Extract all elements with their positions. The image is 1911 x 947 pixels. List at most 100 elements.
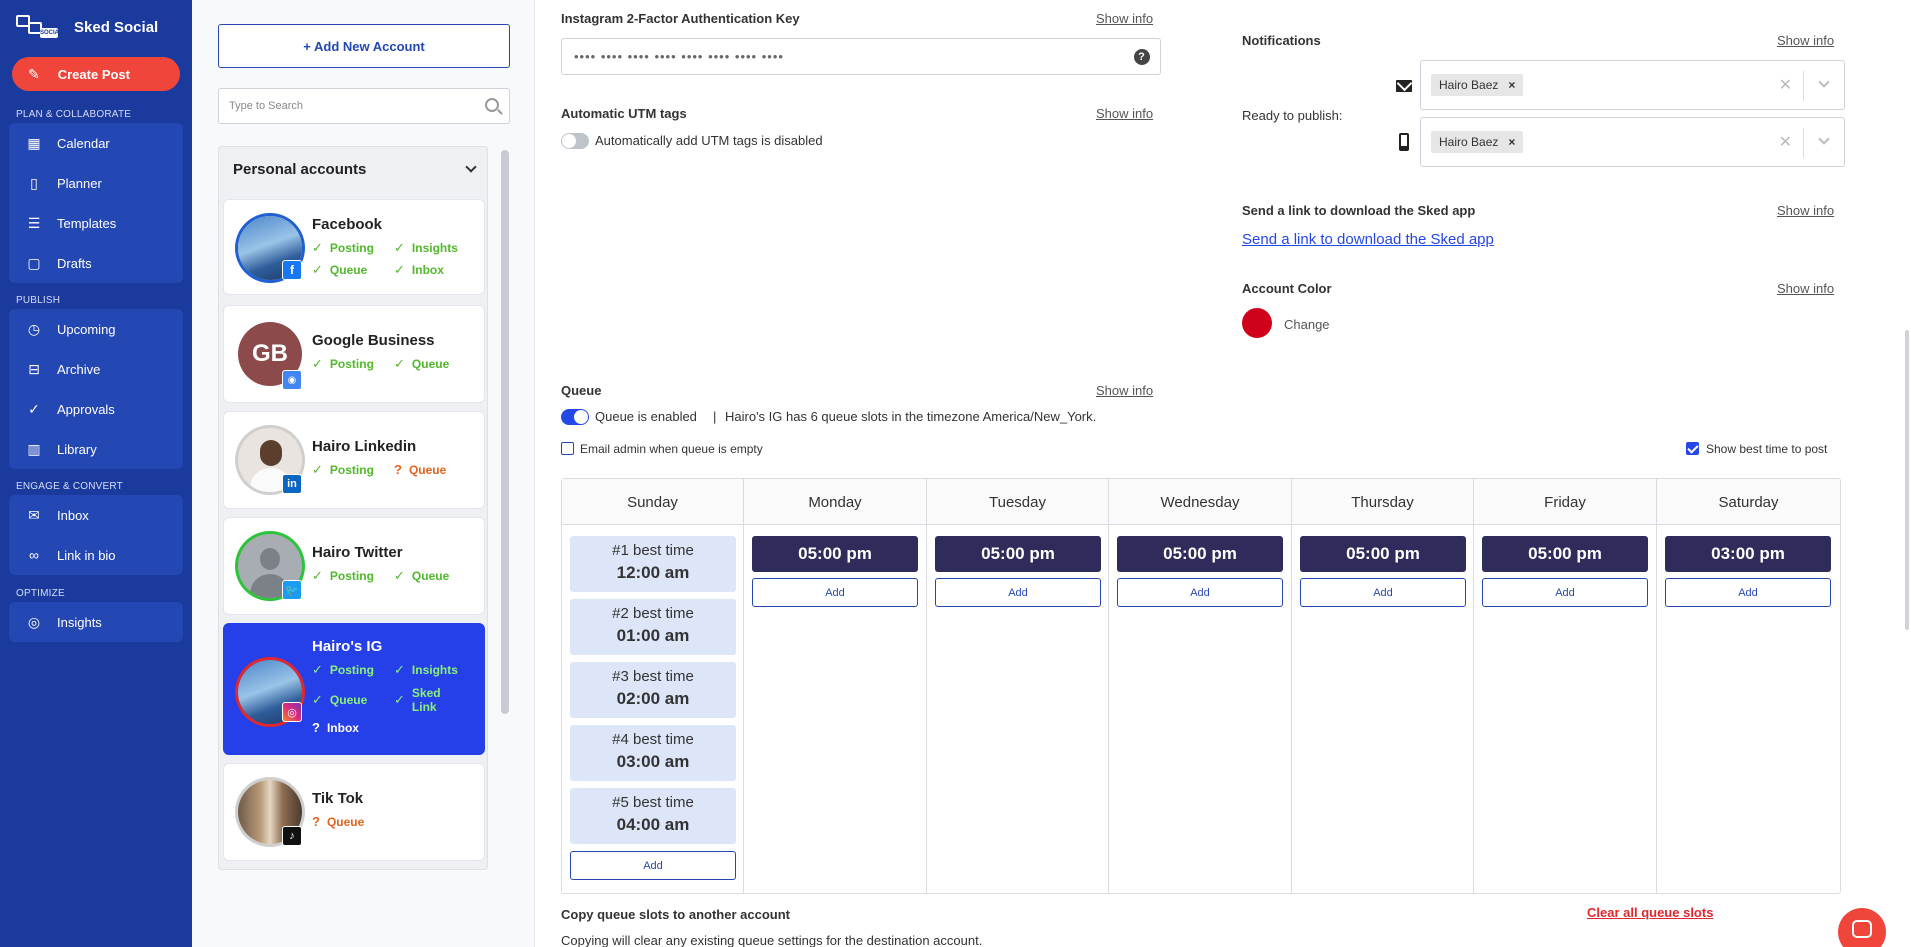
add-slot-button[interactable]: Add — [1117, 578, 1283, 607]
check-icon: ✓ — [312, 240, 323, 255]
add-slot-button[interactable]: Add — [935, 578, 1101, 607]
day-column-friday: Friday 05:00 pm Add — [1474, 479, 1657, 893]
queue-slot[interactable]: 05:00 pm — [1300, 536, 1466, 572]
sidebar-item-library[interactable]: ▥ Library — [9, 429, 183, 469]
utm-toggle[interactable] — [561, 133, 589, 149]
day-name: Friday — [1544, 493, 1586, 511]
question-icon: ? — [312, 720, 320, 735]
best-time-slot[interactable]: #4 best time 03:00 am — [570, 725, 736, 781]
accounts-scrollbar[interactable] — [501, 150, 509, 714]
add-account-button[interactable]: + Add New Account — [218, 24, 510, 68]
check-icon: ✓ — [394, 692, 405, 707]
create-post-label: Create Post — [57, 66, 130, 82]
email-notify-select[interactable]: Hairo Baez × ✕ — [1420, 60, 1845, 110]
account-color-swatch[interactable] — [1242, 308, 1272, 338]
queue-toggle[interactable] — [561, 409, 589, 425]
sidebar-item-label: Drafts — [57, 255, 92, 271]
nav-group-optimize: ◎ Insights — [9, 602, 183, 642]
show-info-link[interactable]: Show info — [1096, 11, 1153, 26]
best-time-slot[interactable]: #1 best time 12:00 am — [570, 536, 736, 592]
templates-icon: ☰ — [27, 214, 41, 231]
sidebar-item-planner[interactable]: ▯ Planner — [9, 163, 183, 203]
chevron-down-icon — [465, 161, 477, 173]
add-slot-button[interactable]: Add — [570, 851, 736, 880]
account-card-facebook[interactable]: f Facebook ✓ Posting ✓ Insights ✓ Queue ✓ In… — [223, 199, 485, 295]
best-time-slot[interactable]: #2 best time 01:00 am — [570, 599, 736, 655]
show-best-time-checkbox[interactable] — [1686, 442, 1699, 455]
chevron-down-icon[interactable] — [1818, 76, 1830, 88]
account-card-instagram[interactable]: ◎ Hairo's IG ✓ Posting ✓ Insights ✓ Queue ✓… — [223, 623, 485, 755]
facebook-icon: f — [282, 260, 302, 280]
chat-support-button[interactable] — [1838, 908, 1886, 947]
account-card-tiktok[interactable]: ♪ Tik Tok ? Queue — [223, 763, 485, 861]
best-time-slot[interactable]: #3 best time 02:00 am — [570, 662, 736, 718]
clock-icon: ◷ — [27, 320, 41, 337]
queue-slot[interactable]: 05:00 pm — [1482, 536, 1648, 572]
twofa-key-value: •••• •••• •••• •••• •••• •••• •••• •••• — [574, 49, 784, 64]
sidebar-item-archive[interactable]: ⊟ Archive — [9, 349, 183, 389]
twofa-key-field[interactable]: •••• •••• •••• •••• •••• •••• •••• •••• … — [561, 38, 1161, 75]
sked-logo-icon: SOCIAL — [16, 12, 63, 42]
account-card-twitter[interactable]: 🐦 Hairo Twitter ✓ Posting ✓ Queue — [223, 517, 485, 615]
queue-separator: | — [713, 409, 717, 424]
queue-slot[interactable]: 03:00 pm — [1665, 536, 1831, 572]
day-name: Thursday — [1351, 493, 1414, 511]
sidebar-item-label: Planner — [57, 175, 102, 191]
account-name: Google Business — [312, 332, 435, 349]
show-info-link[interactable]: Show info — [1777, 203, 1834, 218]
copy-queue-description: Copying will clear any existing queue se… — [561, 933, 983, 947]
remove-chip-icon[interactable]: × — [1508, 78, 1515, 92]
twofa-label: Instagram 2-Factor Authentication Key — [561, 11, 800, 26]
account-card-linkedin[interactable]: in Hairo Linkedin ✓ Posting ? Queue — [223, 411, 485, 509]
sidebar-item-calendar[interactable]: ▦ Calendar — [9, 123, 183, 163]
sidebar-item-templates[interactable]: ☰ Templates — [9, 203, 183, 243]
sidebar-item-upcoming[interactable]: ◷ Upcoming — [9, 309, 183, 349]
show-info-link[interactable]: Show info — [1096, 106, 1153, 121]
help-icon[interactable]: ? — [1134, 49, 1150, 65]
chevron-down-icon[interactable] — [1818, 133, 1830, 145]
sidebar-item-approvals[interactable]: ✓ Approvals — [9, 389, 183, 429]
clear-icon[interactable]: ✕ — [1779, 132, 1792, 152]
best-time-slot[interactable]: #5 best time 04:00 am — [570, 788, 736, 844]
account-search-input[interactable]: Type to Search — [218, 88, 510, 124]
brand[interactable]: SOCIAL Sked Social — [16, 12, 158, 42]
add-slot-button[interactable]: Add — [1665, 578, 1831, 607]
day-name: Wednesday — [1160, 493, 1240, 511]
day-name: Saturday — [1718, 493, 1779, 511]
day-column-tuesday: Tuesday 05:00 pm Add — [927, 479, 1109, 893]
email-admin-checkbox[interactable] — [561, 442, 574, 455]
question-icon: ? — [394, 462, 402, 477]
show-info-link[interactable]: Show info — [1777, 281, 1834, 296]
add-slot-button[interactable]: Add — [1300, 578, 1466, 607]
sidebar-item-label: Insights — [57, 614, 102, 630]
tiktok-icon: ♪ — [282, 826, 302, 846]
clear-all-slots-link[interactable]: Clear all queue slots — [1587, 905, 1713, 920]
remove-chip-icon[interactable]: × — [1508, 135, 1515, 149]
send-link-label: Send a link to download the Sked app — [1242, 203, 1476, 218]
phone-notify-select[interactable]: Hairo Baez × ✕ — [1420, 117, 1845, 167]
page-scrollbar[interactable] — [1905, 330, 1909, 630]
day-name: Sunday — [627, 493, 678, 511]
accounts-group-header[interactable]: Personal accounts — [219, 147, 487, 191]
change-color-button[interactable]: Change — [1284, 317, 1330, 332]
sidebar-item-inbox[interactable]: ✉ Inbox — [9, 495, 183, 535]
envelope-icon — [1396, 80, 1412, 92]
user-chip: Hairo Baez × — [1431, 74, 1524, 96]
add-slot-button[interactable]: Add — [752, 578, 918, 607]
account-card-google-business[interactable]: GB ◉ Google Business ✓ Posting ✓ Queue — [223, 305, 485, 403]
queue-slot[interactable]: 05:00 pm — [935, 536, 1101, 572]
queue-slot[interactable]: 05:00 pm — [1117, 536, 1283, 572]
sidebar-item-drafts[interactable]: ▢ Drafts — [9, 243, 183, 283]
show-info-link[interactable]: Show info — [1096, 383, 1153, 398]
create-post-button[interactable]: ✎ Create Post — [12, 57, 180, 91]
queue-slot[interactable]: 05:00 pm — [752, 536, 918, 572]
account-color-label: Account Color — [1242, 281, 1332, 296]
send-app-link[interactable]: Send a link to download the Sked app — [1242, 231, 1494, 248]
sidebar-item-insights[interactable]: ◎ Insights — [9, 602, 183, 642]
status-insights: ✓ Insights — [394, 662, 458, 677]
linkedin-icon: in — [282, 474, 302, 494]
clear-icon[interactable]: ✕ — [1779, 75, 1792, 95]
show-info-link[interactable]: Show info — [1777, 33, 1834, 48]
add-slot-button[interactable]: Add — [1482, 578, 1648, 607]
sidebar-item-link-in-bio[interactable]: ∞ Link in bio — [9, 535, 183, 575]
